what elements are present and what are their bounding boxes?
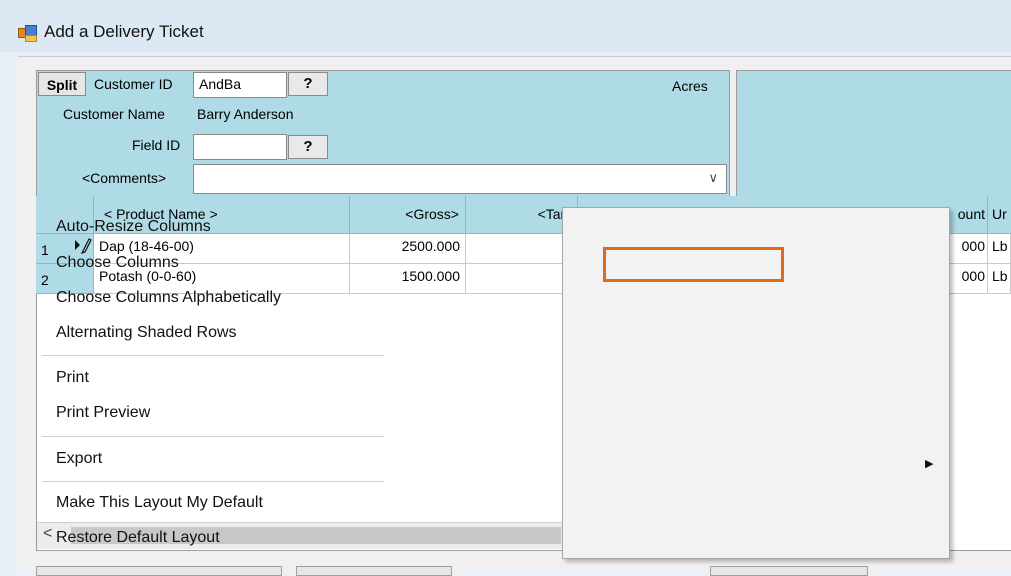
customer-name-label: Customer Name bbox=[63, 106, 165, 122]
scroll-left-arrow-icon[interactable]: < bbox=[43, 525, 52, 543]
row-number-text: 1 bbox=[41, 242, 49, 258]
menu-item-print[interactable]: Print bbox=[56, 369, 89, 387]
customer-id-label: Customer ID bbox=[94, 76, 173, 92]
menu-separator bbox=[42, 481, 384, 482]
menu-item-print-preview[interactable]: Print Preview bbox=[56, 404, 150, 422]
column-header-gross[interactable]: <Gross> bbox=[350, 196, 466, 234]
ticket-side-panel bbox=[736, 70, 1011, 198]
field-id-input[interactable] bbox=[193, 134, 287, 160]
submenu-arrow-icon: ▶ bbox=[925, 458, 934, 470]
choose-columns-highlight bbox=[603, 247, 784, 282]
title-bar: Add a Delivery Ticket bbox=[0, 0, 1011, 52]
chevron-down-icon: ∨ bbox=[708, 170, 718, 185]
menu-item-make-layout-default[interactable]: Make This Layout My Default bbox=[56, 494, 263, 512]
app-window-icon bbox=[18, 25, 37, 42]
customer-lookup-button[interactable]: ? bbox=[288, 72, 328, 96]
comments-dropdown[interactable]: ∨ bbox=[193, 164, 727, 194]
comments-label: <Comments> bbox=[82, 170, 167, 186]
bottom-button-3[interactable] bbox=[710, 566, 868, 576]
field-id-label: Field ID bbox=[132, 137, 181, 153]
window-title: Add a Delivery Ticket bbox=[44, 22, 204, 41]
cell-gross[interactable]: 1500.000 bbox=[350, 264, 466, 294]
menu-separator bbox=[42, 436, 384, 437]
column-header-unit[interactable]: Ur bbox=[988, 196, 1011, 234]
menu-item-export[interactable]: Export bbox=[56, 450, 102, 468]
menu-item-restore-default-layout[interactable]: Restore Default Layout bbox=[56, 529, 220, 547]
cell-gross[interactable]: 2500.000 bbox=[350, 234, 466, 264]
cell-unit[interactable]: Lb bbox=[988, 234, 1011, 264]
acres-label: Acres bbox=[672, 78, 708, 94]
row-number-text: 2 bbox=[41, 272, 49, 288]
menu-item-choose-columns-alphabetically[interactable]: Choose Columns Alphabetically bbox=[56, 289, 281, 307]
bottom-button-2[interactable] bbox=[296, 566, 452, 576]
customer-id-input[interactable]: AndBa bbox=[193, 72, 287, 98]
customer-name-value: Barry Anderson bbox=[197, 106, 294, 122]
menu-item-choose-columns[interactable]: Choose Columns bbox=[56, 254, 179, 272]
cell-unit[interactable]: Lb bbox=[988, 264, 1011, 294]
field-lookup-button[interactable]: ? bbox=[288, 135, 328, 159]
split-button[interactable]: Split bbox=[38, 72, 86, 96]
bottom-button-1[interactable] bbox=[36, 566, 282, 576]
menu-separator bbox=[42, 355, 384, 356]
menu-item-auto-resize-columns[interactable]: Auto-Resize Columns bbox=[56, 218, 211, 236]
menu-item-alternating-shaded-rows[interactable]: Alternating Shaded Rows bbox=[56, 324, 237, 342]
